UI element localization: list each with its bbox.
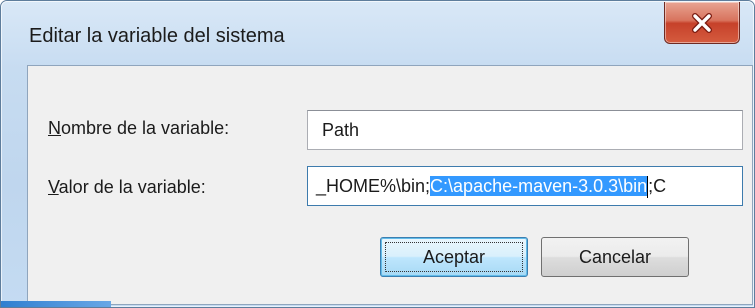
variable-value-field[interactable]: _HOME%\bin;C:\apache-maven-3.0.3\bin;C xyxy=(307,166,743,206)
variable-name-field[interactable]: Path xyxy=(307,110,743,150)
close-button[interactable] xyxy=(664,2,740,44)
close-icon xyxy=(692,12,712,33)
dialog-window: Editar la variable del sistema Nombre de… xyxy=(0,0,755,308)
variable-name-label: Nombre de la variable: xyxy=(48,118,230,138)
ok-button[interactable]: Aceptar xyxy=(380,237,528,277)
window-title: Editar la variable del sistema xyxy=(29,25,285,47)
variable-value-label: Valor de la variable: xyxy=(48,177,206,197)
dialog-body: Nombre de la variable: Path Valor de la … xyxy=(27,65,753,305)
value-text-after: ;C xyxy=(648,176,667,196)
taskbar-edge xyxy=(1,301,111,307)
value-text-before: _HOME%\bin; xyxy=(316,176,431,196)
value-text-selected: C:\apache-maven-3.0.3\bin xyxy=(430,176,648,196)
cancel-button[interactable]: Cancelar xyxy=(541,237,689,277)
